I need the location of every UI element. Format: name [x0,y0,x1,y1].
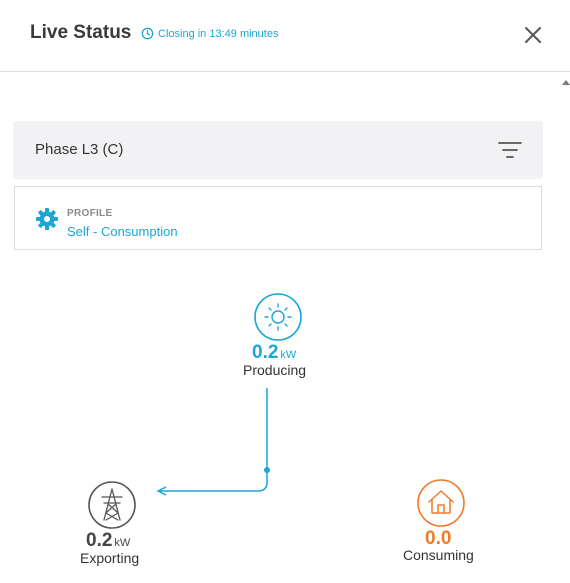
producing-value: 0.2 kW [252,342,296,364]
exporting-unit: kW [114,537,131,549]
home-icon [417,479,465,527]
producing-number: 0.2 [252,342,279,363]
exporting-value: 0.2 kW [86,530,130,552]
producing-unit: kW [280,349,297,361]
exporting-label: Exporting [80,550,140,566]
producing-label: Producing [243,362,307,378]
exporting-number: 0.2 [86,530,113,551]
grid-tower-icon [88,481,136,529]
consuming-label: Consuming [403,547,474,563]
sun-icon [254,293,302,341]
